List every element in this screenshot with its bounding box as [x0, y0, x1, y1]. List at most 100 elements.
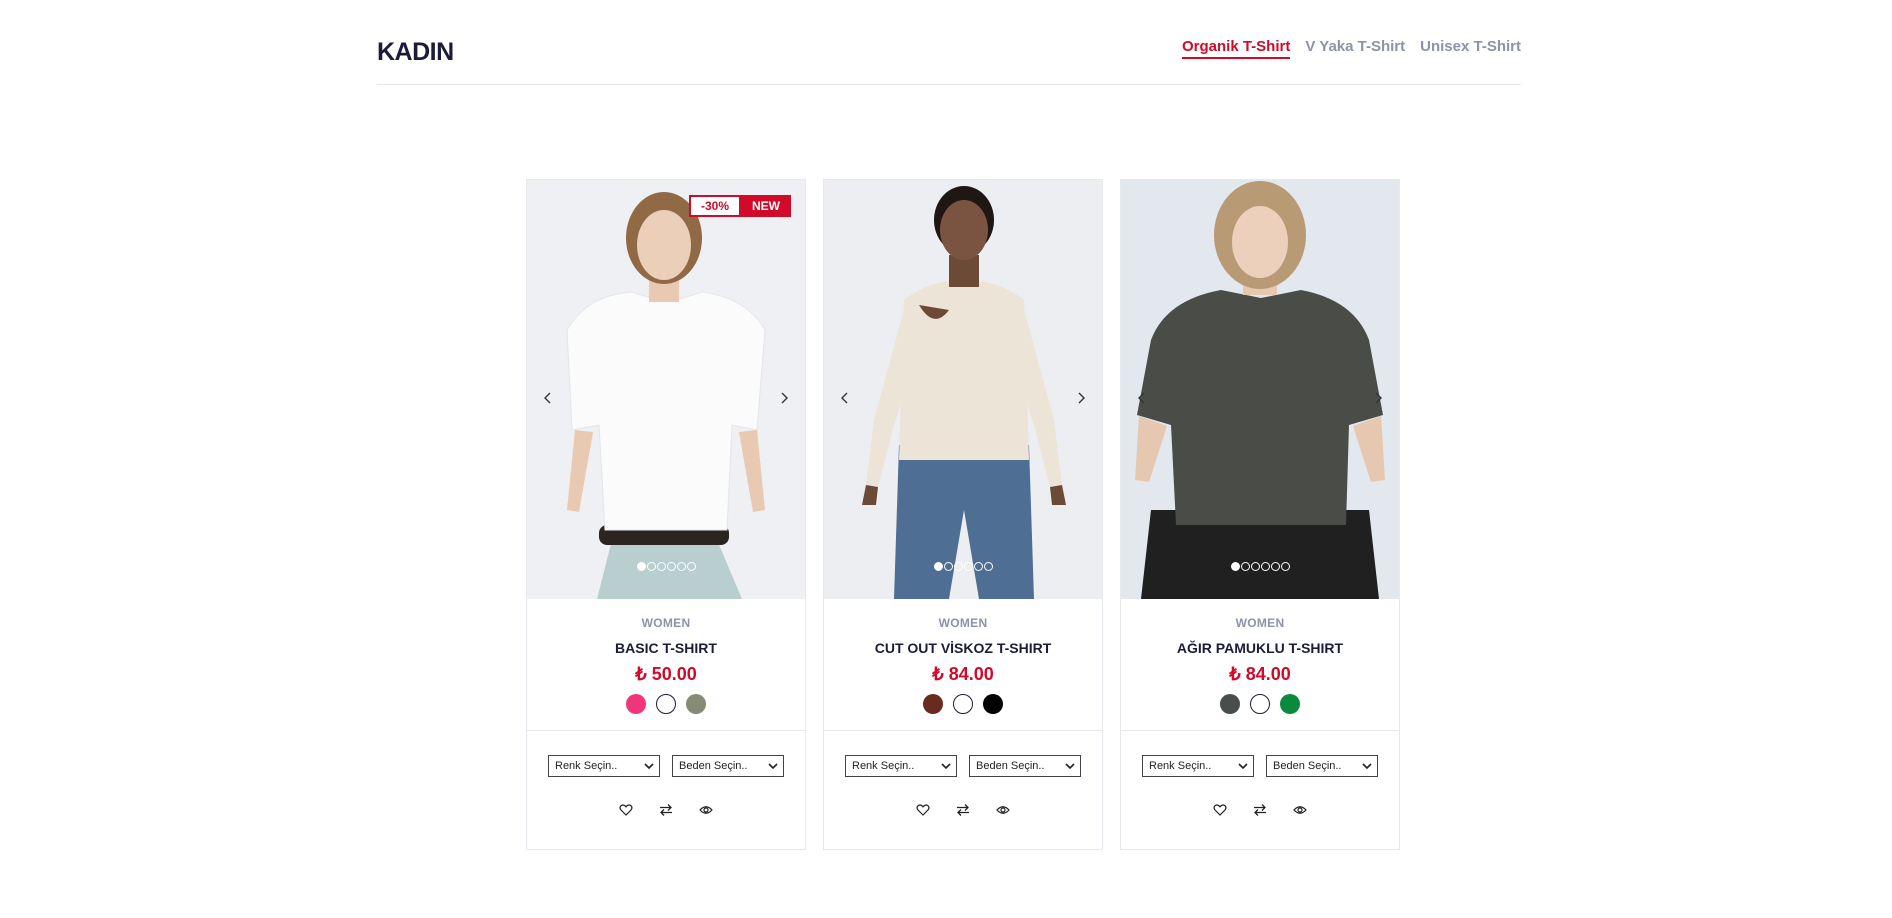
carousel-dot[interactable] — [983, 562, 993, 571]
color-select-value: Renk Seçin.. — [555, 760, 618, 772]
compare-arrows-icon — [1254, 804, 1266, 816]
carousel-dot[interactable] — [963, 562, 973, 571]
eye-icon — [1293, 806, 1307, 814]
product-brand[interactable]: WOMEN — [824, 616, 1102, 630]
color-swatch-khaki[interactable] — [686, 694, 706, 714]
previous-image-button[interactable] — [836, 389, 854, 407]
product-photo — [1121, 180, 1399, 599]
carousel-dot[interactable] — [646, 562, 656, 571]
carousel-dot[interactable] — [973, 562, 983, 571]
chevron-right-icon — [1375, 392, 1382, 404]
tab-organik-t-shirt[interactable]: Organik T-Shirt — [1182, 38, 1291, 59]
next-image-button[interactable] — [1072, 389, 1090, 407]
size-select[interactable]: Beden Seçin.. — [1266, 755, 1378, 777]
product-image-carousel[interactable]: -30% NEW — [527, 180, 805, 599]
discount-badge: -30% — [689, 195, 741, 217]
color-swatch-white[interactable] — [1250, 694, 1270, 714]
size-select[interactable]: Beden Seçin.. — [969, 755, 1081, 777]
product-photo — [527, 180, 805, 599]
carousel-dots — [1121, 562, 1399, 571]
chevron-down-icon — [644, 762, 654, 769]
carousel-dot[interactable] — [943, 562, 953, 571]
product-price: ₺ 84.00 — [1229, 664, 1291, 684]
carousel-dot[interactable] — [1280, 562, 1290, 571]
product-info: WOMEN AĞIR PAMUKLU T-SHIRT ₺ 84.00 — [1121, 599, 1399, 731]
product-image-carousel[interactable] — [824, 180, 1102, 599]
color-swatches — [1121, 694, 1399, 714]
size-select-value: Beden Seçin.. — [976, 760, 1045, 772]
previous-image-button[interactable] — [1133, 389, 1151, 407]
color-swatches — [824, 694, 1102, 714]
quick-view-button[interactable] — [996, 803, 1010, 817]
color-swatch-white[interactable] — [656, 694, 676, 714]
color-swatches — [527, 694, 805, 714]
size-select[interactable]: Beden Seçin.. — [672, 755, 784, 777]
chevron-left-icon — [544, 392, 551, 404]
product-title[interactable]: CUT OUT VİSKOZ T-SHIRT — [824, 640, 1102, 656]
compare-button[interactable] — [659, 803, 673, 817]
color-select[interactable]: Renk Seçin.. — [845, 755, 957, 777]
carousel-dot[interactable] — [1250, 562, 1260, 571]
next-image-button[interactable] — [1369, 389, 1387, 407]
tab-unisex-t-shirt[interactable]: Unisex T-Shirt — [1420, 38, 1521, 59]
wishlist-button[interactable] — [619, 803, 633, 817]
product-actions: Renk Seçin.. Beden Seçin.. — [527, 731, 805, 817]
product-title[interactable]: BASIC T-SHIRT — [527, 640, 805, 656]
wishlist-button[interactable] — [1213, 803, 1227, 817]
chevron-right-icon — [781, 392, 788, 404]
chevron-down-icon — [1238, 762, 1248, 769]
product-card: WOMEN AĞIR PAMUKLU T-SHIRT ₺ 84.00 Renk … — [1120, 179, 1400, 850]
compare-arrows-icon — [660, 804, 672, 816]
carousel-dot[interactable] — [933, 562, 943, 571]
color-select-value: Renk Seçin.. — [852, 760, 915, 772]
color-swatch-white[interactable] — [953, 694, 973, 714]
product-photo — [824, 180, 1102, 599]
compare-button[interactable] — [956, 803, 970, 817]
carousel-dot[interactable] — [686, 562, 696, 571]
color-swatch-pink[interactable] — [626, 694, 646, 714]
product-image-carousel[interactable] — [1121, 180, 1399, 599]
carousel-dots — [527, 562, 805, 571]
product-price: ₺ 50.00 — [635, 664, 697, 684]
carousel-dot[interactable] — [953, 562, 963, 571]
carousel-dot[interactable] — [1240, 562, 1250, 571]
color-swatch-brown[interactable] — [923, 694, 943, 714]
carousel-dot[interactable] — [676, 562, 686, 571]
heart-icon — [1213, 804, 1227, 816]
color-swatch-anthracite[interactable] — [1220, 694, 1240, 714]
color-swatch-black[interactable] — [983, 694, 1003, 714]
carousel-dot[interactable] — [656, 562, 666, 571]
tab-v-yaka-t-shirt[interactable]: V Yaka T-Shirt — [1305, 38, 1405, 59]
carousel-dot[interactable] — [1260, 562, 1270, 571]
carousel-dot[interactable] — [1230, 562, 1240, 571]
product-brand[interactable]: WOMEN — [527, 616, 805, 630]
next-image-button[interactable] — [775, 389, 793, 407]
color-select-value: Renk Seçin.. — [1149, 760, 1212, 772]
chevron-down-icon — [941, 762, 951, 769]
new-badge: NEW — [741, 195, 791, 217]
carousel-dot[interactable] — [636, 562, 646, 571]
product-price: ₺ 84.00 — [932, 664, 994, 684]
chevron-left-icon — [841, 392, 848, 404]
previous-image-button[interactable] — [539, 389, 557, 407]
quick-view-button[interactable] — [1293, 803, 1307, 817]
color-select[interactable]: Renk Seçin.. — [548, 755, 660, 777]
wishlist-button[interactable] — [916, 803, 930, 817]
color-select[interactable]: Renk Seçin.. — [1142, 755, 1254, 777]
carousel-dot[interactable] — [1270, 562, 1280, 571]
product-title[interactable]: AĞIR PAMUKLU T-SHIRT — [1121, 640, 1399, 656]
compare-arrows-icon — [957, 804, 969, 816]
chevron-right-icon — [1078, 392, 1085, 404]
compare-button[interactable] — [1253, 803, 1267, 817]
eye-icon — [996, 806, 1010, 814]
section-header: KADIN Organik T-Shirt V Yaka T-Shirt Uni… — [377, 28, 1521, 85]
carousel-dot[interactable] — [666, 562, 676, 571]
color-swatch-green[interactable] — [1280, 694, 1300, 714]
category-tabs: Organik T-Shirt V Yaka T-Shirt Unisex T-… — [1182, 38, 1521, 59]
quick-view-button[interactable] — [699, 803, 713, 817]
heart-icon — [916, 804, 930, 816]
product-card: -30% NEW WOMEN BASIC T-SHIRT ₺ 50.00 Ren… — [526, 179, 806, 850]
product-info: WOMEN BASIC T-SHIRT ₺ 50.00 — [527, 599, 805, 731]
badges: -30% NEW — [689, 195, 791, 217]
product-brand[interactable]: WOMEN — [1121, 616, 1399, 630]
